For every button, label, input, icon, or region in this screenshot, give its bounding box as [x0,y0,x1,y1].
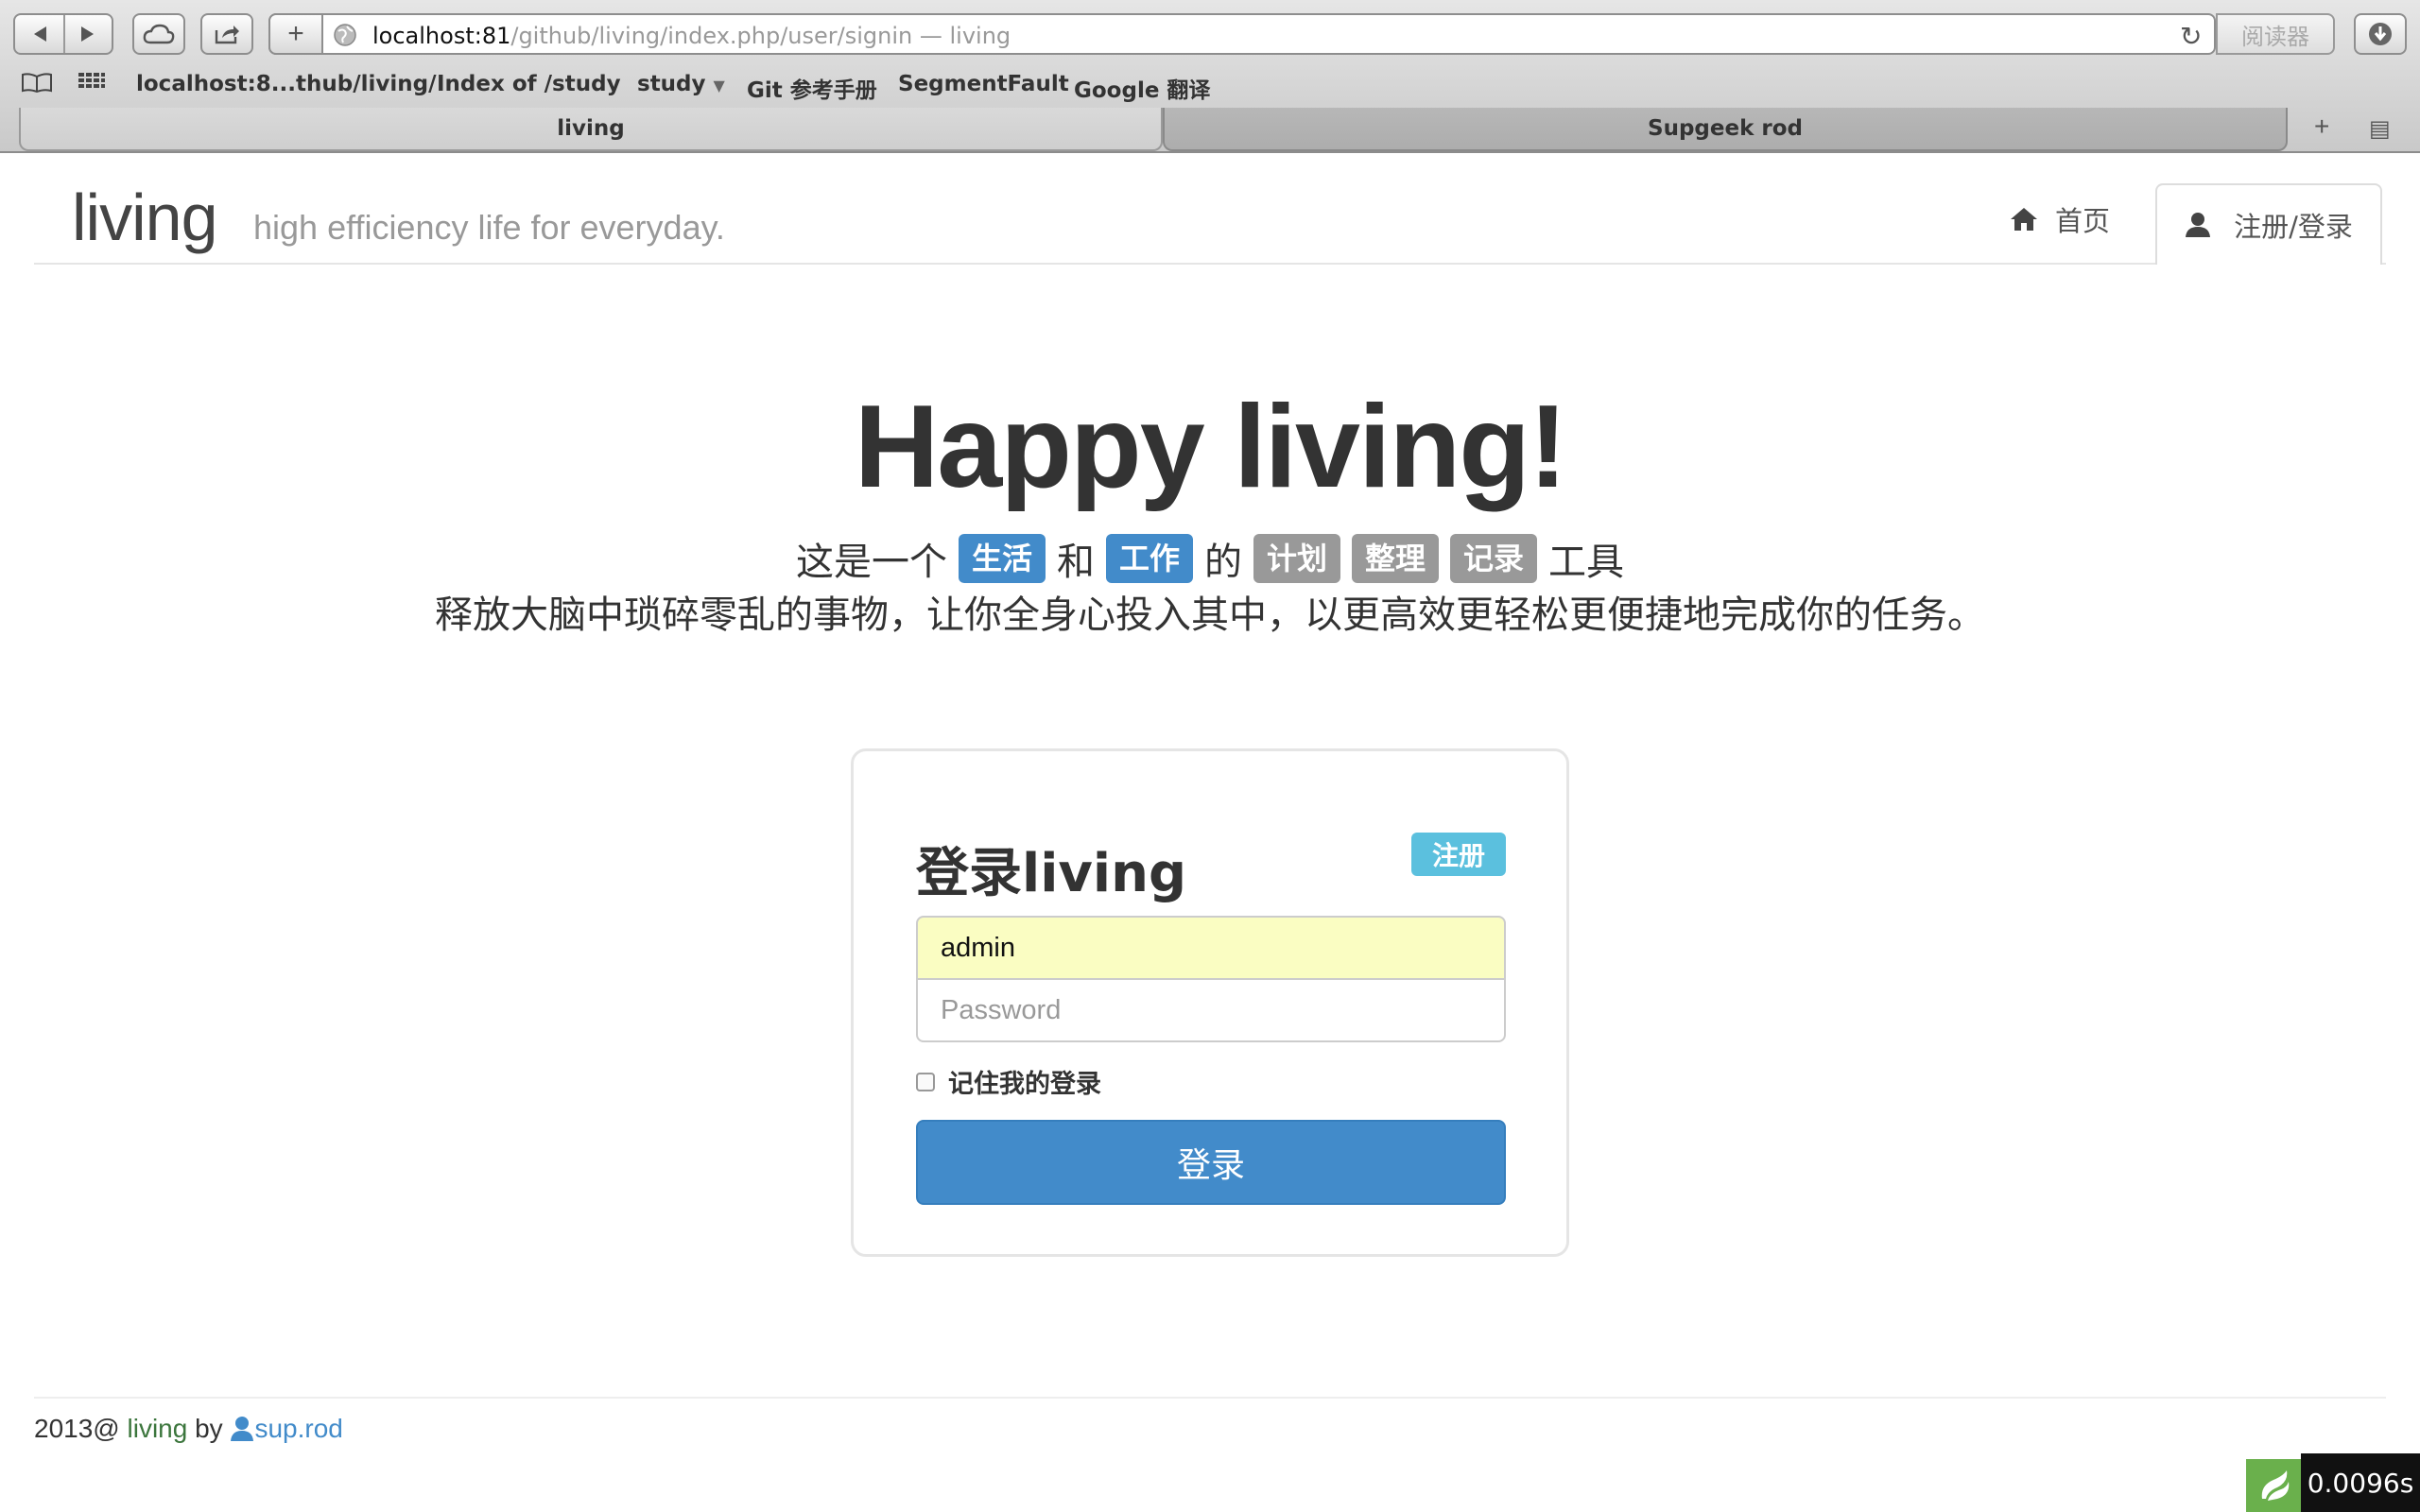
nav-home-label: 首页 [2055,205,2111,237]
password-input[interactable] [916,978,1506,1042]
bookmark-item[interactable]: Index of /study [437,72,621,96]
login-submit-button[interactable]: 登录 [916,1120,1506,1205]
bookmark-folder-study[interactable]: study ▼ [637,72,725,96]
remember-me-label: 记住我的登录 [948,1070,1101,1099]
reading-list-icon[interactable] [21,72,53,98]
hero-title: Happy living! [854,382,1568,512]
dropdown-caret-icon: ▼ [713,77,725,94]
back-icon[interactable] [15,25,63,43]
bookmark-item[interactable]: SegmentFault [898,72,1069,96]
share-button[interactable] [200,13,253,55]
register-button[interactable]: 注册 [1411,833,1506,876]
browser-chrome: + localhost:81/github/living/index.php/u… [0,0,2420,153]
plus-icon: + [287,18,304,49]
hero-text: 和 [1056,541,1095,584]
bookmarks-bar: localhost:8...thub/living/ Index of /stu… [0,70,2420,104]
tab-overview-icon[interactable]: ▤ [2369,115,2391,143]
username-input[interactable] [916,916,1506,980]
site-navbar: living high efficiency life for everyday… [34,151,2386,265]
reader-button[interactable]: 阅读器 [2216,13,2335,55]
remember-me-checkbox[interactable] [916,1072,935,1091]
tab-bar: living Supgeek rod + ▤ [0,108,2420,151]
brand-logo[interactable]: living [72,180,218,255]
footer-author-link[interactable]: sup.rod [254,1414,342,1444]
footer: 2013@ living by sup.rod [34,1414,343,1444]
bookmark-item[interactable]: Google 翻译 [1074,72,1210,104]
label-plan: 计划 [1253,534,1340,583]
login-title: 登录living [916,843,1187,904]
footer-year: 2013@ [34,1414,120,1443]
hero-subtitle: 释放大脑中琐碎零乱的事物，让你全身心投入其中，以更高效更轻松更便捷地完成你的任务… [435,593,1985,637]
bookmark-item[interactable]: Git 参考手册 [747,72,877,104]
share-icon [215,26,239,44]
profiler-timer[interactable]: 0.0096s [2301,1453,2420,1512]
nav-login-label: 注册/登录 [2234,211,2353,243]
footer-by: by [195,1414,223,1443]
download-icon [2369,23,2392,45]
footer-site-link[interactable]: living [128,1414,188,1444]
label-record: 记录 [1450,534,1538,583]
tab-supgeek-rod[interactable]: Supgeek rod [1163,108,2288,151]
footer-divider [34,1397,2386,1399]
user-icon [231,1417,254,1441]
home-icon [2011,208,2037,231]
nav-home[interactable]: 首页 [2010,191,2110,248]
label-life: 生活 [958,534,1046,583]
top-sites-icon[interactable] [78,72,106,98]
remember-me[interactable]: 记住我的登录 [916,1063,1101,1100]
address-bar[interactable]: localhost:81/github/living/index.php/use… [268,13,2216,55]
hero-description: 这是一个 生活 和 工作 的 计划 整理 记录 工具 [0,531,2420,586]
site-tagline: high efficiency life for everyday. [253,208,725,247]
hero-text: 工具 [1548,541,1625,584]
nav-signin-register[interactable]: 注册/登录 [2155,183,2382,265]
profiler-logo-icon[interactable] [2246,1459,2301,1512]
back-forward-group [13,13,113,55]
label-organize: 整理 [1352,534,1440,583]
reload-icon[interactable]: ↻ [2180,21,2202,52]
url-text[interactable]: localhost:81/github/living/index.php/use… [372,23,1011,49]
hero-text: 这是一个 [795,541,947,584]
add-tab-icon[interactable]: + [2314,112,2329,142]
bookmark-item[interactable]: localhost:8...thub/living/ [136,72,437,96]
login-form: 登录living 注册 记住我的登录 登录 [851,748,1569,1257]
hero-text: 的 [1203,541,1242,584]
cloud-icon [143,24,175,44]
downloads-button[interactable] [2354,13,2407,55]
browser-toolbar: + localhost:81/github/living/index.php/u… [0,0,2420,70]
user-icon [2186,213,2211,237]
tab-living[interactable]: living [19,108,1163,151]
icloud-tabs-button[interactable] [132,13,185,55]
globe-icon [333,23,357,52]
forward-icon[interactable] [63,25,112,43]
label-work: 工作 [1105,534,1193,583]
new-tab-button[interactable]: + [268,13,323,55]
